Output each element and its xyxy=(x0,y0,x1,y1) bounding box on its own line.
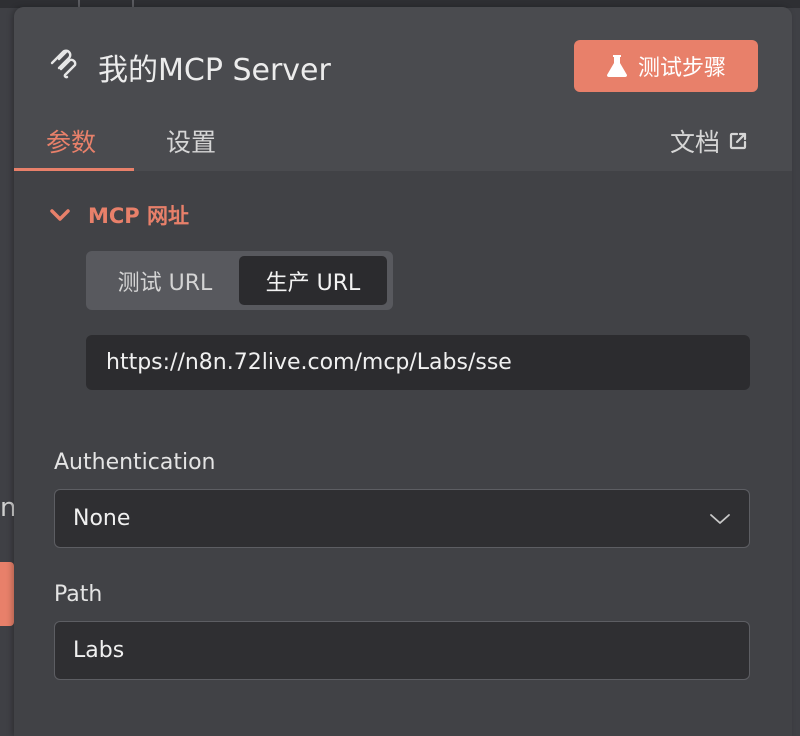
panel-header: 我的MCP Server 测试步骤 参数 设置 文档 xyxy=(14,7,792,171)
url-type-toggle: 测试 URL 生产 URL xyxy=(86,251,393,310)
docs-label: 文档 xyxy=(670,128,721,157)
authentication-label: Authentication xyxy=(54,450,216,475)
panel-title: 我的MCP Server xyxy=(98,53,331,88)
canvas-node-edge[interactable] xyxy=(0,562,14,626)
docs-link[interactable]: 文档 xyxy=(670,123,748,159)
mcp-url-display[interactable]: https://n8n.72live.com/mcp/Labs/sse xyxy=(86,335,750,390)
external-link-icon xyxy=(729,132,747,150)
tab-settings[interactable]: 设置 xyxy=(166,123,216,159)
test-url-option[interactable]: 测试 URL xyxy=(91,256,239,305)
node-settings-panel: 我的MCP Server 测试步骤 参数 设置 文档 MCP 网址 测试 URL… xyxy=(14,7,792,736)
mcp-url-section-toggle[interactable]: MCP 网址 xyxy=(50,200,189,230)
canvas-node-label-partial: n xyxy=(0,493,14,523)
test-step-label: 测试步骤 xyxy=(637,56,726,81)
authentication-value: None xyxy=(73,506,131,531)
flask-icon xyxy=(606,55,627,77)
mcp-url-section-title: MCP 网址 xyxy=(88,204,190,228)
active-tab-indicator xyxy=(14,168,134,171)
chevron-down-icon xyxy=(710,513,730,524)
chevron-down-icon xyxy=(50,209,70,221)
path-label: Path xyxy=(54,582,103,607)
path-input[interactable]: Labs xyxy=(54,621,750,680)
authentication-select[interactable]: None xyxy=(54,489,750,548)
mcp-logo-icon xyxy=(50,49,77,79)
test-step-button[interactable]: 测试步骤 xyxy=(574,40,758,92)
production-url-option[interactable]: 生产 URL xyxy=(239,256,387,305)
tab-parameters[interactable]: 参数 xyxy=(46,123,96,159)
